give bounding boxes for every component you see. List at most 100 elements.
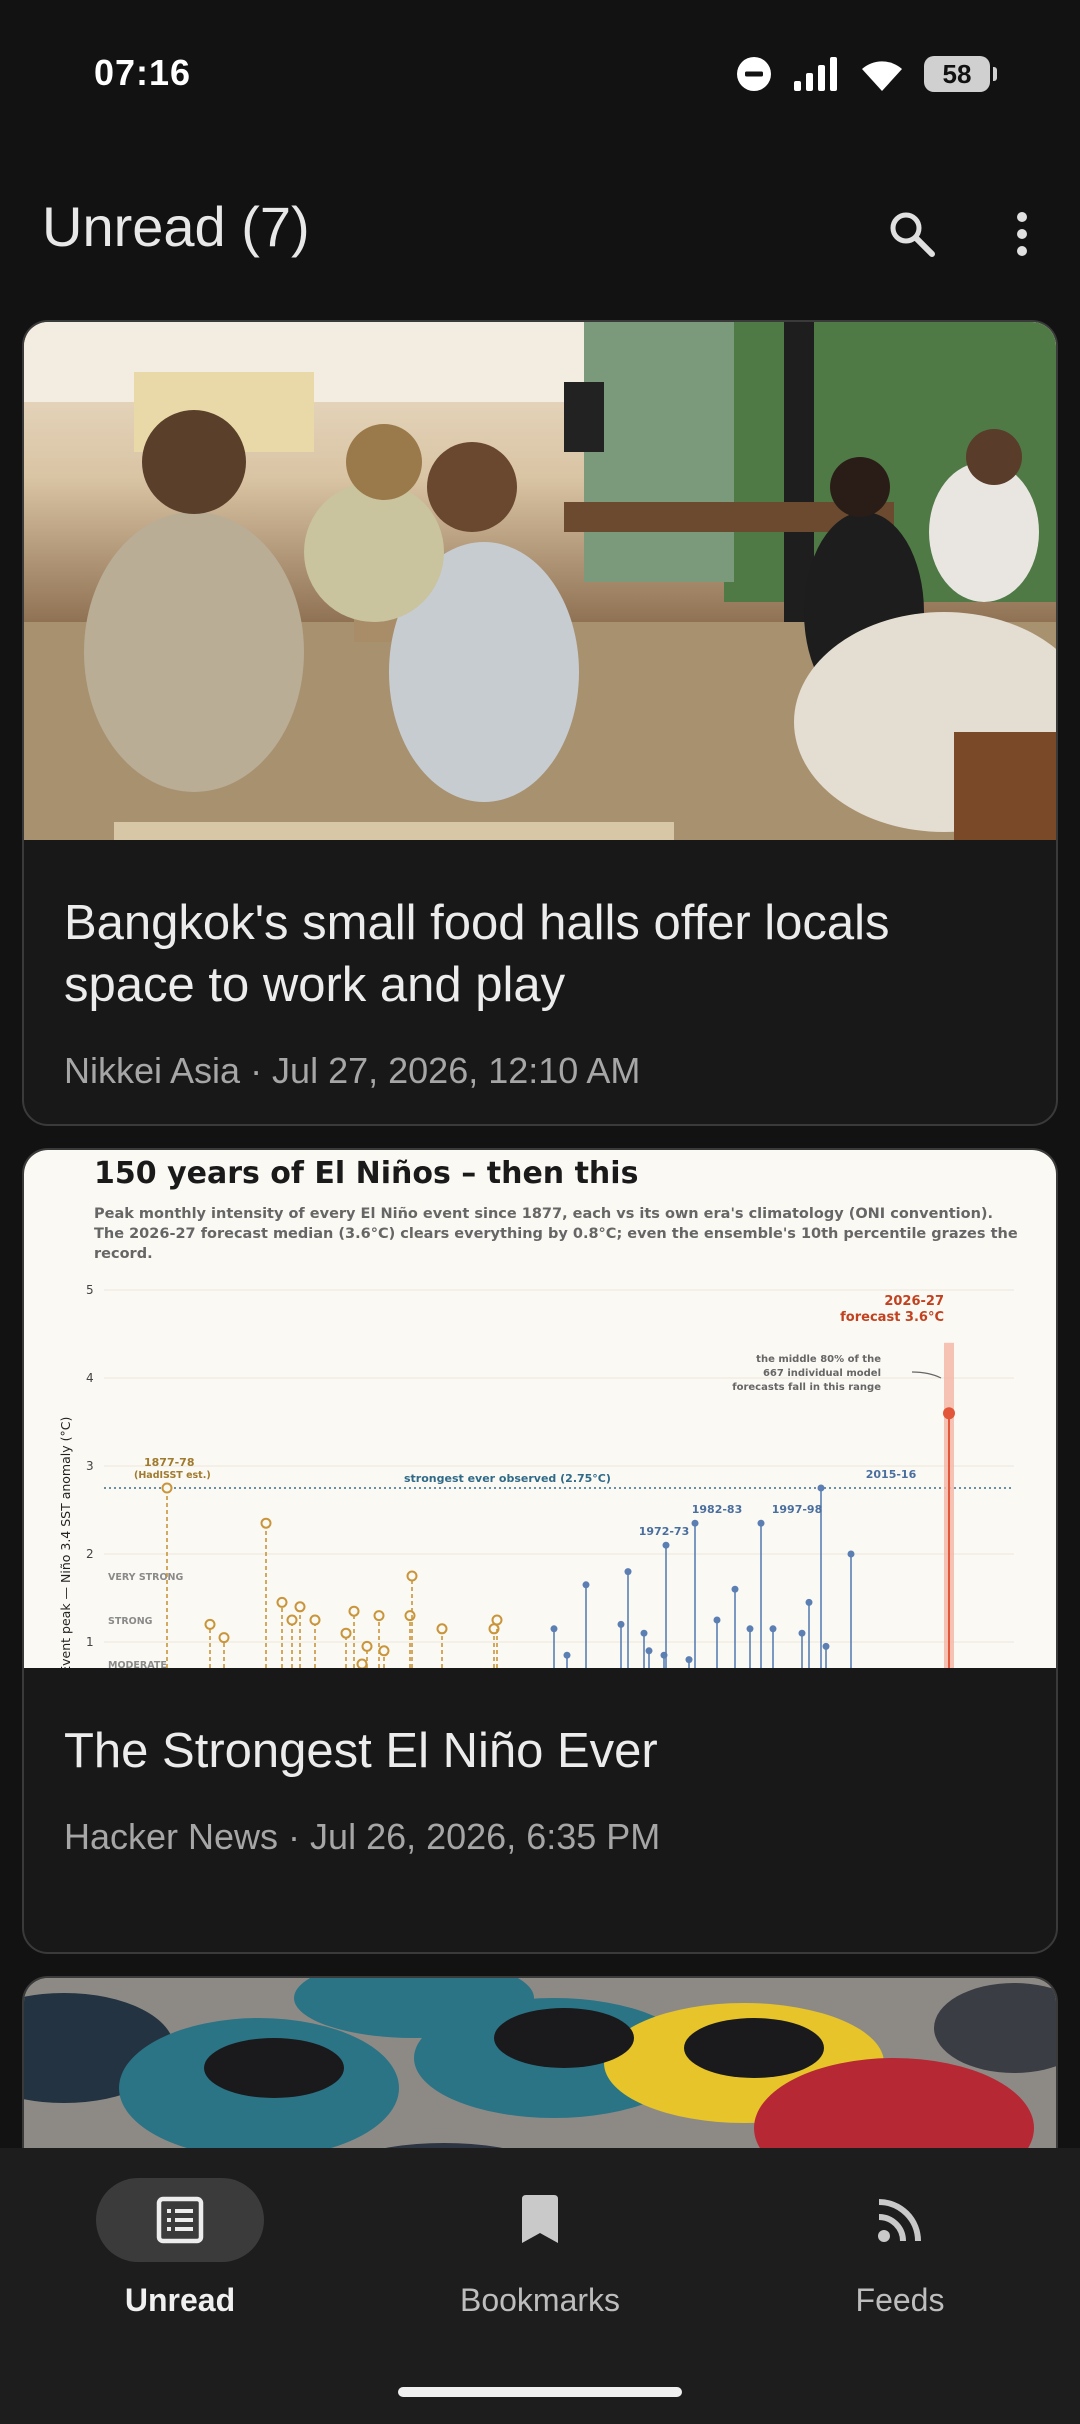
article-card[interactable]: Bangkok's small food halls offer locals … [22,320,1058,1126]
range-note: 667 individual model [763,1368,881,1379]
data-point [746,1625,754,1633]
annotation-label: 2026-27 [884,1294,944,1309]
nav-feeds[interactable]: Feeds [720,2178,1080,2348]
data-point [662,1541,670,1549]
status-icons: 58 [736,56,997,92]
signal-icon [794,57,837,91]
data-point [817,1484,825,1492]
nav-label: Unread [124,2282,236,2318]
food-hall-photo [24,322,1056,840]
rss-feed-icon [878,2199,921,2242]
search-button[interactable] [872,194,952,274]
article-title: The Strongest El Niño Ever [64,1724,658,1778]
reference-line-label: strongest ever observed (2.75°C) [404,1472,611,1485]
range-note-pointer [911,1371,942,1379]
el-nino-chart: 12345WEAKMODERATESTRONGVERY STRONGEvent … [58,1283,1014,1668]
data-point [348,1605,360,1617]
article-image [24,322,1056,840]
data-point [404,1610,416,1622]
data-point [582,1581,590,1589]
article-card[interactable] [22,1976,1058,2148]
range-note: the middle 80% of the [756,1354,881,1365]
nav-label: Feeds [855,2282,945,2318]
data-point [356,1658,368,1668]
annotation-label: 2015-16 [866,1468,917,1481]
article-image [24,1978,1056,2148]
data-point [276,1596,288,1608]
data-point [406,1570,418,1582]
article-meta: Nikkei Asia · Jul 27, 2026, 12:10 AM [64,1050,641,1091]
do-not-disturb-icon [737,57,771,91]
data-point [491,1614,503,1626]
data-point [340,1627,352,1639]
article-meta: Hacker News · Jul 26, 2026, 6:35 PM [64,1816,661,1857]
status-bar: 07:16 58 [0,0,1080,150]
data-point [286,1614,298,1626]
data-point [204,1618,216,1630]
battery-level: 58 [942,58,972,89]
y-tick-label: 5 [86,1283,94,1297]
range-note: forecasts fall in this range [732,1382,881,1393]
nav-label: Bookmarks [459,2282,621,2318]
data-point [798,1629,806,1637]
data-point [731,1585,739,1593]
nav-indicator [96,2178,264,2262]
data-point [685,1656,693,1664]
data-point [847,1550,855,1558]
home-indicator[interactable] [398,2387,682,2397]
data-point [617,1620,625,1628]
battery-icon: 58 [924,56,997,92]
search-icon [890,212,935,257]
annotation-label: 1972-73 [639,1525,690,1538]
nav-unread[interactable]: Unread [0,2178,360,2348]
band-label: VERY STRONG [108,1572,183,1583]
data-point [943,1407,955,1420]
nav-indicator [456,2178,624,2262]
data-point [645,1647,653,1655]
data-point [218,1632,230,1644]
article-card[interactable]: 150 years of El Niños – then this Peak m… [22,1148,1058,1954]
data-point [563,1651,571,1659]
data-point [550,1625,558,1633]
article-icon [156,2196,204,2244]
data-point [161,1482,173,1494]
cars-photo [24,1978,1056,2148]
data-point [436,1623,448,1635]
data-point [361,1640,373,1652]
data-point [640,1629,648,1637]
more-vert-icon [1017,212,1027,256]
band-label: MODERATE [108,1660,167,1668]
app-bar: Unread (7) [0,180,1080,280]
data-point [769,1625,777,1633]
bookmark-icon [522,2195,558,2243]
data-point [624,1568,632,1576]
data-point [822,1642,830,1650]
page-title: Unread (7) [42,195,310,258]
data-point [378,1645,390,1657]
more-options-button[interactable] [982,194,1062,274]
article-title: Bangkok's small food halls offer locals … [64,896,890,1012]
status-time: 07:16 [94,52,192,93]
band-label: STRONG [108,1616,153,1627]
annotation-note: forecast 3.6°C [840,1310,944,1325]
data-point [691,1519,699,1527]
data-point [805,1598,813,1606]
annotation-label: 1997-98 [772,1503,823,1516]
nav-bookmarks[interactable]: Bookmarks [360,2178,720,2348]
article-feed[interactable]: Bangkok's small food halls offer locals … [0,320,1080,2148]
nav-indicator [816,2178,984,2262]
annotation-note: (HadISST est.) [134,1470,211,1481]
data-point [713,1616,721,1624]
y-axis-label: Event peak — Niño 3.4 SST anomaly (°C) [58,1417,73,1668]
bottom-navigation: Unread Bookmarks Feeds [0,2148,1080,2424]
data-point [260,1517,272,1529]
y-tick-label: 1 [86,1635,94,1649]
wifi-icon [862,61,902,91]
annotation-label: 1982-83 [692,1503,743,1516]
annotation-label: 1877-78 [144,1456,195,1469]
data-point [373,1610,385,1622]
data-point [757,1519,765,1527]
y-tick-label: 3 [86,1459,94,1473]
y-tick-label: 4 [86,1371,94,1385]
article-image-chart: 150 years of El Niños – then this Peak m… [24,1150,1056,1668]
